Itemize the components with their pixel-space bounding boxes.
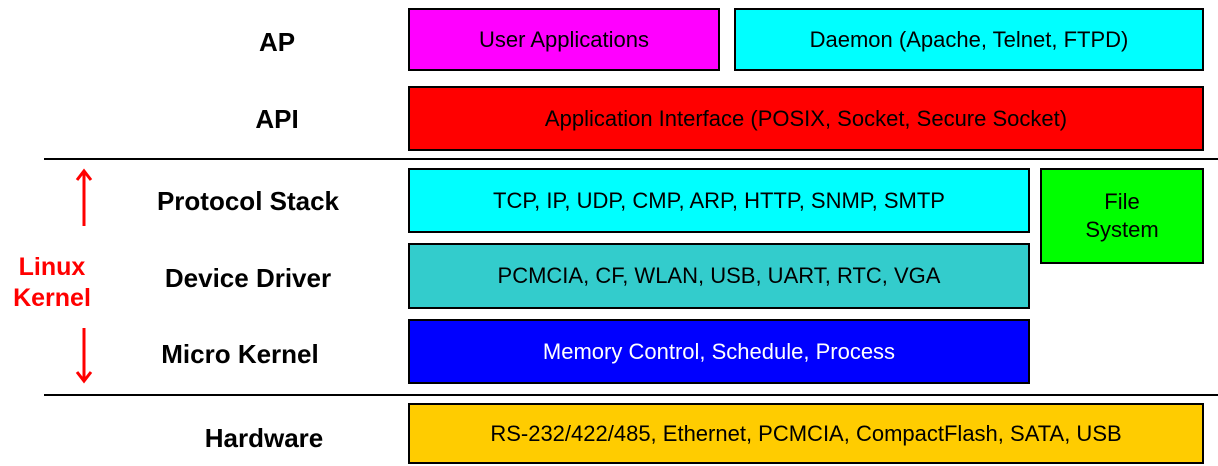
linux-kernel-line2: Kernel bbox=[13, 284, 91, 312]
device-driver-box: PCMCIA, CF, WLAN, USB, UART, RTC, VGA bbox=[408, 243, 1030, 309]
linux-architecture-diagram: AP API Protocol Stack Device Driver Micr… bbox=[0, 0, 1218, 466]
layer-label-api: API bbox=[255, 104, 299, 134]
layer-label-device-driver: Device Driver bbox=[164, 263, 332, 293]
layer-label-protocol-stack: Protocol Stack bbox=[156, 186, 340, 216]
protocol-stack-box: TCP, IP, UDP, CMP, ARP, HTTP, SNMP, SMTP bbox=[408, 168, 1030, 233]
application-interface-box: Application Interface (POSIX, Socket, Se… bbox=[408, 86, 1204, 151]
kernel-bottom-divider bbox=[44, 394, 1218, 396]
daemon-box: Daemon (Apache, Telnet, FTPD) bbox=[734, 8, 1204, 71]
down-arrow-icon bbox=[75, 328, 93, 384]
file-system-box: File System bbox=[1040, 168, 1204, 264]
micro-kernel-box: Memory Control, Schedule, Process bbox=[408, 319, 1030, 384]
layer-label-ap: AP bbox=[258, 27, 296, 57]
linux-kernel-label: Linux Kernel bbox=[2, 252, 102, 314]
kernel-top-divider bbox=[44, 158, 1218, 160]
file-system-line2: System bbox=[1085, 217, 1159, 242]
layer-label-micro-kernel: Micro Kernel bbox=[161, 339, 319, 369]
file-system-line1: File bbox=[1104, 189, 1140, 214]
linux-kernel-line1: Linux bbox=[18, 253, 86, 281]
hardware-box: RS-232/422/485, Ethernet, PCMCIA, Compac… bbox=[408, 403, 1204, 464]
layer-label-hardware: Hardware bbox=[204, 423, 324, 453]
up-arrow-icon bbox=[75, 168, 93, 226]
user-applications-box: User Applications bbox=[408, 8, 720, 71]
